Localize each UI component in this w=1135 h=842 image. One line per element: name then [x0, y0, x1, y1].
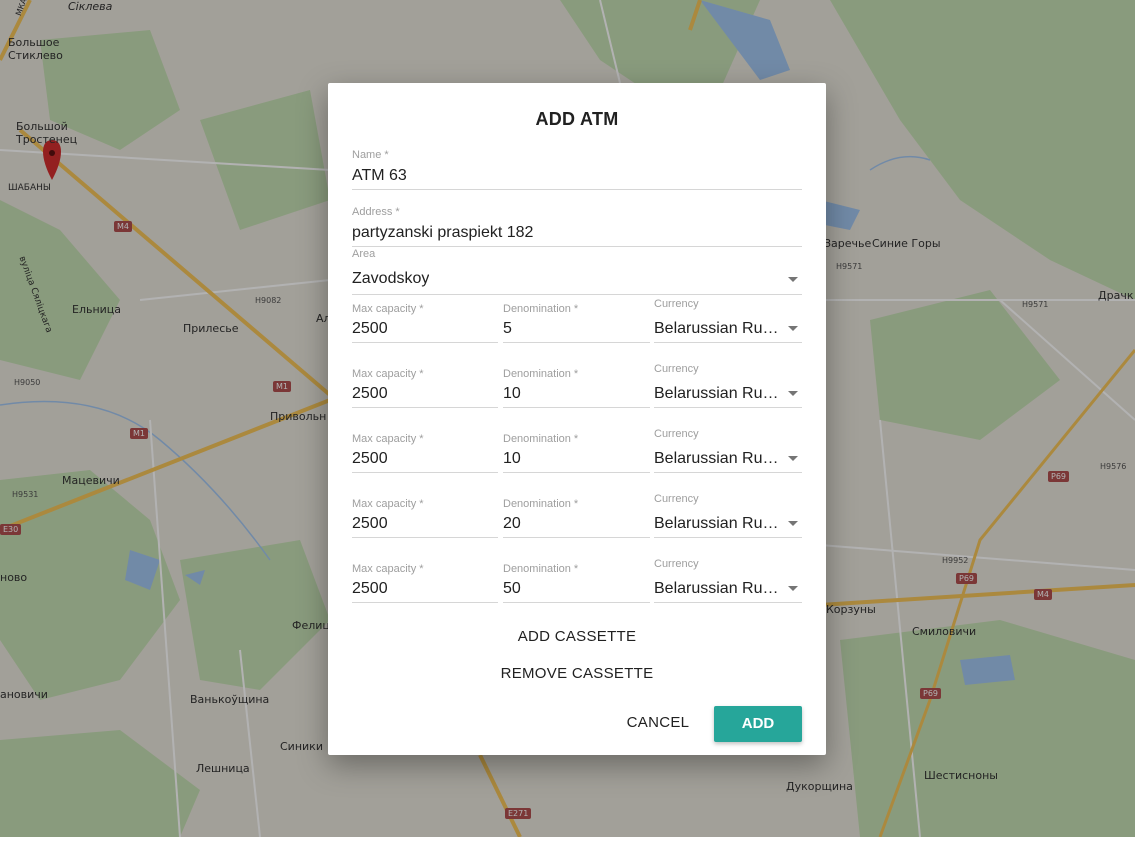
name-label: Name * [352, 149, 389, 161]
max-capacity-input[interactable]: 2500 [352, 450, 388, 468]
chevron-down-icon[interactable] [788, 586, 798, 591]
currency-select[interactable]: Currency Belarussian Rubl... [654, 295, 802, 343]
add-button[interactable]: ADD [714, 706, 802, 742]
field-underline [654, 472, 802, 473]
area-select[interactable]: Area Zavodskoy [352, 248, 802, 295]
max-capacity-label: Max capacity * [352, 563, 424, 575]
currency-label: Currency [654, 298, 699, 310]
max-capacity-input[interactable]: 2500 [352, 580, 388, 598]
currency-value[interactable]: Belarussian Rubl... [654, 385, 786, 403]
max-capacity-label: Max capacity * [352, 433, 424, 445]
denomination-field[interactable]: Denomination * 20 [503, 490, 650, 538]
denomination-input[interactable]: 50 [503, 580, 521, 598]
currency-value[interactable]: Belarussian Rubl... [654, 580, 786, 598]
cassette-row: Max capacity * 2500 Denomination * 10 Cu… [352, 360, 802, 410]
field-underline [654, 602, 802, 603]
field-underline [503, 602, 650, 603]
field-underline [654, 537, 802, 538]
name-input[interactable]: ATM 63 [352, 167, 407, 185]
field-underline [654, 342, 802, 343]
max-capacity-label: Max capacity * [352, 368, 424, 380]
currency-select[interactable]: Currency Belarussian Rubl... [654, 490, 802, 538]
chevron-down-icon[interactable] [788, 391, 798, 396]
denomination-input[interactable]: 5 [503, 320, 512, 338]
max-capacity-input[interactable]: 2500 [352, 320, 388, 338]
field-underline [503, 407, 650, 408]
currency-label: Currency [654, 493, 699, 505]
currency-value[interactable]: Belarussian Rubl... [654, 450, 786, 468]
denomination-field[interactable]: Denomination * 5 [503, 295, 650, 343]
denomination-label: Denomination * [503, 563, 579, 575]
chevron-down-icon[interactable] [788, 326, 798, 331]
max-capacity-input[interactable]: 2500 [352, 515, 388, 533]
currency-label: Currency [654, 363, 699, 375]
cassette-row: Max capacity * 2500 Denomination * 5 Cur… [352, 295, 802, 345]
cassette-row: Max capacity * 2500 Denomination * 10 Cu… [352, 425, 802, 475]
denomination-label: Denomination * [503, 303, 579, 315]
max-capacity-field[interactable]: Max capacity * 2500 [352, 295, 498, 343]
currency-select[interactable]: Currency Belarussian Rubl... [654, 360, 802, 408]
denomination-label: Denomination * [503, 433, 579, 445]
max-capacity-label: Max capacity * [352, 498, 424, 510]
cassette-row: Max capacity * 2500 Denomination * 50 Cu… [352, 555, 802, 605]
max-capacity-field[interactable]: Max capacity * 2500 [352, 425, 498, 473]
denomination-field[interactable]: Denomination * 50 [503, 555, 650, 603]
denomination-input[interactable]: 10 [503, 450, 521, 468]
area-label: Area [352, 248, 376, 260]
chevron-down-icon[interactable] [788, 521, 798, 526]
remove-cassette-button[interactable]: REMOVE CASSETTE [477, 665, 677, 682]
dialog-title: ADD ATM [535, 109, 619, 129]
denomination-field[interactable]: Denomination * 10 [503, 360, 650, 408]
denomination-label: Denomination * [503, 368, 579, 380]
max-capacity-label: Max capacity * [352, 303, 424, 315]
denomination-label: Denomination * [503, 498, 579, 510]
denomination-input[interactable]: 10 [503, 385, 521, 403]
field-underline [654, 407, 802, 408]
currency-label: Currency [654, 428, 699, 440]
denomination-input[interactable]: 20 [503, 515, 521, 533]
currency-label: Currency [654, 558, 699, 570]
field-underline [503, 537, 650, 538]
add-cassette-button[interactable]: ADD CASSETTE [477, 628, 677, 645]
area-value[interactable]: Zavodskoy [352, 270, 429, 288]
field-underline [352, 537, 498, 538]
currency-value[interactable]: Belarussian Rubl... [654, 515, 786, 533]
address-input[interactable]: partyzanski praspiekt 182 [352, 224, 533, 242]
add-atm-dialog: ADD ATM Name * ATM 63 Address * partyzan… [328, 83, 826, 755]
field-underline [352, 602, 498, 603]
max-capacity-field[interactable]: Max capacity * 2500 [352, 360, 498, 408]
max-capacity-input[interactable]: 2500 [352, 385, 388, 403]
address-label: Address * [352, 206, 400, 218]
denomination-field[interactable]: Denomination * 10 [503, 425, 650, 473]
chevron-down-icon[interactable] [788, 277, 798, 282]
currency-select[interactable]: Currency Belarussian Rubl... [654, 425, 802, 473]
field-underline [503, 342, 650, 343]
field-underline [352, 342, 498, 343]
currency-select[interactable]: Currency Belarussian Rubl... [654, 555, 802, 603]
address-field[interactable]: Address * partyzanski praspiekt 182 [352, 206, 802, 248]
field-underline [352, 407, 498, 408]
name-field[interactable]: Name * ATM 63 [352, 149, 802, 191]
chevron-down-icon[interactable] [788, 456, 798, 461]
field-underline [503, 472, 650, 473]
name-underline [352, 189, 802, 190]
currency-value[interactable]: Belarussian Rubl... [654, 320, 786, 338]
address-underline [352, 246, 802, 247]
max-capacity-field[interactable]: Max capacity * 2500 [352, 555, 498, 603]
cassette-row: Max capacity * 2500 Denomination * 20 Cu… [352, 490, 802, 540]
cancel-button[interactable]: CANCEL [618, 714, 698, 731]
field-underline [352, 472, 498, 473]
max-capacity-field[interactable]: Max capacity * 2500 [352, 490, 498, 538]
